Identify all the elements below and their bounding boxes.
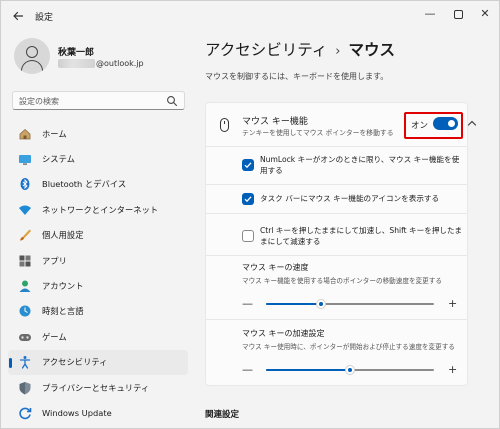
checkmark-icon (244, 162, 252, 169)
user-email-suffix: @outlook.jp (96, 59, 144, 68)
speed-slider-fill (266, 303, 321, 305)
checkmark-icon (244, 196, 252, 203)
close-button[interactable]: ✕ (474, 5, 496, 23)
close-icon: ✕ (480, 7, 490, 20)
search-icon[interactable] (166, 95, 178, 107)
page-title: マウス (348, 41, 396, 59)
minimize-button[interactable]: — (419, 5, 441, 23)
acceleration-increase-button[interactable]: + (448, 364, 457, 375)
email-redaction (58, 59, 95, 68)
apps-icon (18, 254, 32, 268)
toggle-state-label: オン (411, 121, 429, 131)
acceleration-setting-row: マウス キーの加速設定 マウス キー使用時に、ポインターが開始および停止する速度… (205, 320, 468, 386)
gaming-icon (18, 330, 32, 344)
speed-increase-button[interactable]: + (448, 298, 457, 309)
taskbar-option-label: タスク バーにマウス キー機能のアイコンを表示する (260, 194, 440, 203)
sidebar-item-label: プライバシーとセキュリティ (42, 382, 150, 393)
sidebar-item-gaming[interactable]: ゲーム (8, 324, 188, 349)
page-description: マウスを制御するには、キーボードを使用します。 (205, 72, 389, 81)
sidebar-item-accounts[interactable]: アカウント (8, 273, 188, 298)
title-bar: 設定 — ✕ (1, 1, 499, 31)
privacy-shield-icon (18, 381, 32, 395)
bluetooth-icon (18, 177, 32, 191)
mouse-keys-title: マウス キー機能 (242, 117, 308, 127)
acceleration-slider-fill (266, 369, 350, 371)
taskbar-icon-checkbox[interactable] (242, 193, 254, 205)
acceleration-slider-thumb[interactable] (345, 365, 355, 375)
option-numlock-row: NumLock キーがオンのときに限り、マウス キー機能を使用する (205, 147, 468, 185)
account-icon (18, 279, 32, 293)
arrow-left-icon (13, 11, 24, 21)
speed-subtitle: マウス キー機能を使用する場合のポインターの移動速度を変更する (242, 277, 442, 285)
sidebar-item-label: Bluetooth とデバイス (42, 179, 127, 190)
mouse-keys-toggle[interactable] (433, 117, 458, 130)
maximize-button[interactable] (447, 5, 469, 23)
mouse-icon (220, 118, 229, 132)
sidebar-item-label: Windows Update (42, 407, 112, 418)
app-title: 設定 (35, 13, 54, 23)
option-taskbar-row: タスク バーにマウス キー機能のアイコンを表示する (205, 185, 468, 214)
network-icon (18, 203, 32, 217)
speed-slider-thumb[interactable] (316, 299, 326, 309)
user-email: @outlook.jp (58, 59, 144, 68)
accessibility-icon (18, 355, 32, 369)
maximize-icon (453, 9, 463, 19)
sidebar-item-label: アプリ (42, 255, 67, 266)
sidebar-item-label: 時刻と言語 (42, 306, 84, 317)
toggle-knob (448, 120, 455, 127)
ctrl-shift-option-label: Ctrl キーを押したままにして加速し、Shift キーを押したままにして減速す… (260, 226, 462, 246)
sidebar-item-personalization[interactable]: 個人用設定 (8, 223, 188, 248)
system-icon (18, 152, 32, 166)
sidebar-item-label: 個人用設定 (42, 230, 84, 241)
speed-title: マウス キーの速度 (242, 263, 309, 272)
sidebar-item-label: ゲーム (42, 331, 67, 342)
acceleration-subtitle: マウス キー使用時に、ポインターが開始および停止する速度を変更する (242, 343, 455, 351)
speed-decrease-button[interactable]: — (242, 298, 253, 309)
ctrl-shift-checkbox[interactable] (242, 230, 254, 242)
personalization-icon (18, 228, 32, 242)
mouse-keys-subtitle: テンキーを使用してマウス ポインターを移動する (242, 129, 394, 137)
search-input[interactable] (19, 95, 159, 107)
avatar[interactable] (14, 38, 50, 74)
related-settings-heading: 関連設定 (205, 410, 240, 420)
user-name: 秋葉一郎 (58, 48, 95, 58)
avatar-body-shape (21, 60, 43, 74)
breadcrumb-separator: › (335, 44, 341, 59)
sidebar-item-system[interactable]: システム (8, 146, 188, 171)
acceleration-decrease-button[interactable]: — (242, 364, 253, 375)
sidebar-item-windows-update[interactable]: Windows Update (8, 400, 188, 425)
sidebar-item-accessibility[interactable]: アクセシビリティ (8, 349, 188, 375)
back-button[interactable] (9, 7, 27, 25)
breadcrumb-parent[interactable]: アクセシビリティ (205, 41, 327, 59)
avatar-person-icon (26, 46, 38, 58)
sidebar-item-network[interactable]: ネットワークとインターネット (8, 197, 188, 222)
time-language-icon (18, 304, 32, 318)
sidebar-item-bluetooth[interactable]: Bluetooth とデバイス (8, 172, 188, 197)
sidebar-item-label: ホーム (42, 128, 67, 139)
settings-window: 設定 — ✕ 秋葉一郎 @outlook.jp ホーム (0, 0, 500, 429)
windows-update-icon (18, 406, 32, 420)
numlock-option-label: NumLock キーがオンのときに限り、マウス キー機能を使用する (260, 155, 460, 175)
sidebar-item-label: アクセシビリティ (42, 357, 108, 368)
sidebar-item-label: システム (42, 154, 75, 165)
sidebar-nav: ホーム システム Bluetooth とデバイス ネットワークとインターネット … (8, 121, 188, 426)
active-indicator (9, 357, 12, 368)
home-icon (18, 127, 32, 141)
sidebar-item-privacy[interactable]: プライバシーとセキュリティ (8, 375, 188, 400)
numlock-checkbox[interactable] (242, 159, 254, 171)
sidebar-item-apps[interactable]: アプリ (8, 248, 188, 273)
sidebar-item-time-language[interactable]: 時刻と言語 (8, 299, 188, 324)
chevron-up-icon[interactable] (466, 117, 478, 129)
sidebar-item-label: ネットワークとインターネット (42, 204, 159, 215)
sidebar-item-label: アカウント (42, 281, 84, 292)
sidebar-item-home[interactable]: ホーム (8, 121, 188, 146)
minimize-icon: — (424, 7, 436, 20)
breadcrumb: アクセシビリティ › マウス (205, 38, 395, 60)
search-box[interactable] (12, 91, 185, 110)
option-ctrl-shift-row: Ctrl キーを押したままにして加速し、Shift キーを押したままにして減速す… (205, 214, 468, 256)
speed-setting-row: マウス キーの速度 マウス キー機能を使用する場合のポインターの移動速度を変更す… (205, 256, 468, 320)
acceleration-title: マウス キーの加速設定 (242, 329, 325, 338)
